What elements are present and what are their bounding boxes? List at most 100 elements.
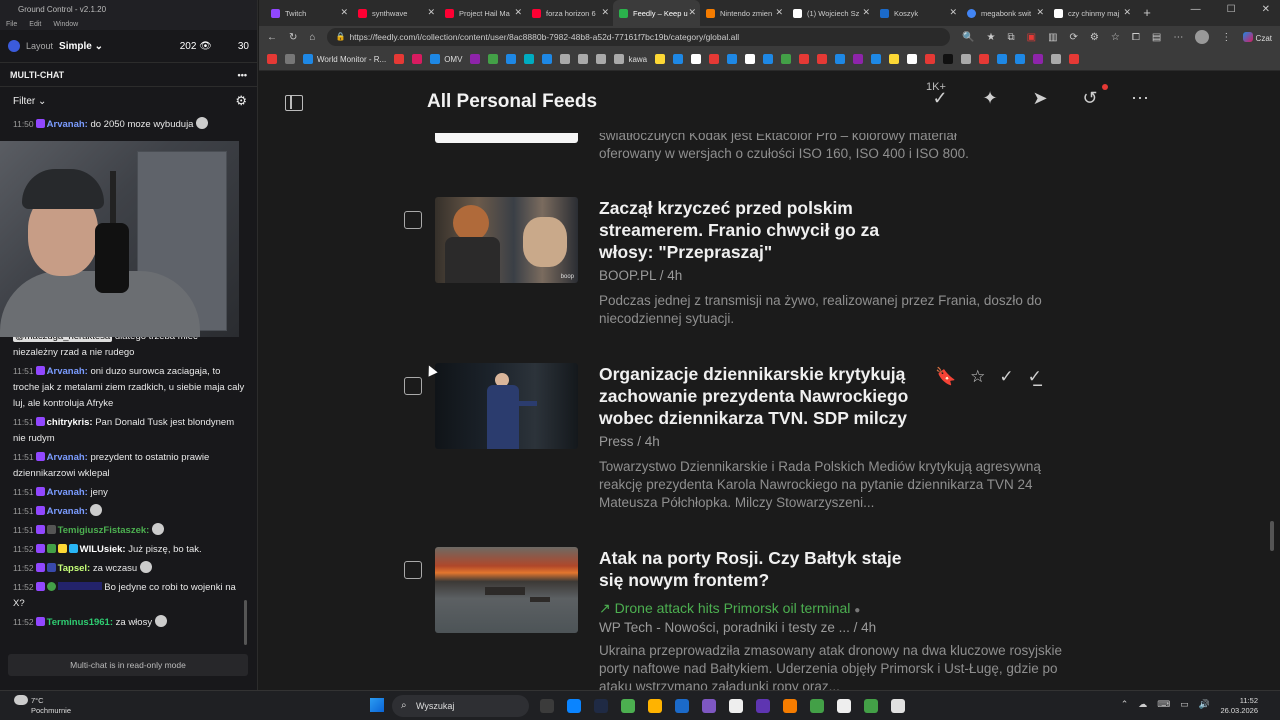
taskbar-app-icon[interactable] bbox=[891, 699, 905, 713]
tab-feedly[interactable]: Feedly – Keep u ✕ bbox=[613, 0, 700, 26]
home-icon[interactable]: ⌂ bbox=[309, 32, 315, 43]
new-tab-button[interactable]: + bbox=[1137, 0, 1157, 26]
bookmark-item[interactable] bbox=[1033, 54, 1044, 64]
chat-scrollbar[interactable] bbox=[244, 600, 247, 645]
bookmark-item[interactable] bbox=[799, 54, 810, 64]
close-icon[interactable]: ✕ bbox=[775, 7, 783, 18]
bookmark-item[interactable] bbox=[1069, 54, 1080, 64]
favorites-icon[interactable]: ☆ bbox=[1111, 32, 1120, 43]
collections-icon[interactable]: ⧠ bbox=[1132, 32, 1140, 43]
more-icon[interactable]: ⋯ bbox=[1129, 87, 1151, 109]
bookmark-item[interactable] bbox=[412, 54, 423, 64]
weather-widget[interactable]: 7°C Pochmurnie bbox=[14, 695, 71, 716]
article-source[interactable]: WP Tech - Nowości, poradniki i testy ze … bbox=[599, 620, 876, 635]
bookmark-item[interactable] bbox=[1015, 54, 1026, 64]
refresh-icon[interactable]: ↺ bbox=[1079, 87, 1101, 109]
gear-icon[interactable]: ⚙ bbox=[235, 93, 247, 109]
bookmark-item[interactable] bbox=[691, 54, 702, 64]
article-source[interactable]: BOOP.PL / 4h bbox=[599, 268, 682, 283]
maximize-icon[interactable]: ☐ bbox=[1227, 4, 1236, 15]
bookmark-item[interactable] bbox=[596, 54, 607, 64]
back-icon[interactable]: ← bbox=[267, 32, 277, 43]
bookmark-item[interactable] bbox=[655, 54, 666, 64]
bookmark-item[interactable] bbox=[578, 54, 589, 64]
taskbar-app-icon[interactable] bbox=[702, 699, 716, 713]
keyboard-icon[interactable]: ⌨ bbox=[1157, 699, 1170, 710]
mark-above-read-icon[interactable]: ✓̲ bbox=[1028, 367, 1042, 387]
tab-chiny[interactable]: czy chinmy maj ✕ bbox=[1048, 0, 1135, 26]
bookmark-item[interactable] bbox=[1051, 54, 1062, 64]
bookmark-item[interactable] bbox=[979, 54, 990, 64]
extension-icon[interactable]: ▣ bbox=[1027, 32, 1036, 43]
star-icon[interactable]: ☆ bbox=[970, 367, 985, 387]
article-title[interactable]: Atak na porty Rosji. Czy Bałtyk staje si… bbox=[599, 547, 929, 591]
bookmark-item[interactable] bbox=[943, 54, 954, 64]
copilot-button[interactable]: Czat bbox=[1243, 31, 1272, 43]
tab-forza-horizon[interactable]: forza horizon 6 ✕ bbox=[526, 0, 613, 26]
favorite-star-icon[interactable]: ★ bbox=[987, 32, 996, 43]
close-icon[interactable]: ✕ bbox=[1036, 7, 1044, 18]
article-thumbnail[interactable]: boop bbox=[435, 197, 578, 283]
clock[interactable]: 11:52 26.03.2026 bbox=[1220, 696, 1258, 716]
bookmark-item[interactable] bbox=[925, 54, 936, 64]
bookmark-item[interactable] bbox=[961, 54, 972, 64]
split-icon[interactable]: ⋮ bbox=[1221, 32, 1231, 43]
article-checkbox[interactable] bbox=[404, 211, 422, 229]
extension-icon[interactable]: ⧉ bbox=[1007, 32, 1014, 43]
menu-window[interactable]: Window bbox=[53, 19, 78, 30]
bookmark-item[interactable] bbox=[560, 54, 571, 64]
more-icon[interactable]: ⋯ bbox=[1173, 32, 1183, 43]
taskbar-app-icon[interactable] bbox=[540, 699, 554, 713]
bookmark-item[interactable] bbox=[394, 54, 405, 64]
tab-twitch[interactable]: Twitch ✕ bbox=[265, 0, 352, 26]
ai-sparkle-icon[interactable]: ✦ bbox=[979, 87, 1001, 109]
bookmark-item[interactable]: OMV bbox=[430, 54, 462, 64]
avatar[interactable] bbox=[1195, 30, 1210, 44]
taskbar-app-icon[interactable] bbox=[648, 699, 662, 713]
filter-dropdown[interactable]: Filter ⌄ bbox=[13, 96, 46, 107]
tab-synthwave[interactable]: synthwave ✕ bbox=[352, 0, 439, 26]
bookmark-item[interactable] bbox=[285, 54, 295, 64]
refresh-extension-icon[interactable]: ⟳ bbox=[1070, 32, 1078, 43]
bookmark-item[interactable] bbox=[673, 54, 684, 64]
article-title[interactable]: Zaczął krzyczeć przed polskim streamerem… bbox=[599, 197, 929, 263]
taskbar-app-icon[interactable] bbox=[864, 699, 878, 713]
taskbar-app-icon[interactable] bbox=[675, 699, 689, 713]
bookmark-item[interactable] bbox=[853, 54, 864, 64]
trending-topic[interactable]: ↗ Drone attack hits Primorsk oil termina… bbox=[599, 600, 860, 617]
more-icon[interactable]: ••• bbox=[238, 70, 247, 80]
close-icon[interactable]: ✕ bbox=[688, 7, 696, 18]
article-checkbox[interactable] bbox=[404, 377, 422, 395]
close-icon[interactable]: ✕ bbox=[1123, 7, 1131, 18]
bookmark-item[interactable] bbox=[763, 54, 774, 64]
tab-nintendo[interactable]: Nintendo zmien ✕ bbox=[700, 0, 787, 26]
puzzle-icon[interactable]: ⚙ bbox=[1090, 32, 1099, 43]
zoom-icon[interactable]: 🔍 bbox=[962, 32, 974, 43]
taskbar-app-icon[interactable] bbox=[621, 699, 635, 713]
menu-file[interactable]: File bbox=[6, 19, 17, 30]
mark-read-icon[interactable]: ✓ bbox=[929, 87, 951, 109]
taskbar-app-icon[interactable] bbox=[783, 699, 797, 713]
sidebar-toggle-icon[interactable] bbox=[285, 95, 303, 111]
network-icon[interactable]: ▭ bbox=[1180, 699, 1189, 710]
bookmark-item[interactable] bbox=[889, 54, 900, 64]
extension-icon[interactable]: ▥ bbox=[1048, 32, 1057, 43]
bookmark-item[interactable] bbox=[781, 54, 792, 64]
bookmark-item[interactable] bbox=[470, 54, 481, 64]
bookmark-item[interactable] bbox=[997, 54, 1008, 64]
article-thumbnail[interactable] bbox=[435, 363, 578, 449]
tab-project-hail-mary[interactable]: Project Hail Ma ✕ bbox=[439, 0, 526, 26]
close-icon[interactable]: ✕ bbox=[514, 7, 522, 18]
bookmark-item[interactable] bbox=[817, 54, 828, 64]
bookmark-item[interactable] bbox=[727, 54, 738, 64]
bookmark-item[interactable] bbox=[506, 54, 517, 64]
bookmark-item[interactable] bbox=[871, 54, 882, 64]
taskbar-app-icon[interactable] bbox=[756, 699, 770, 713]
taskbar-app-icon[interactable] bbox=[594, 699, 608, 713]
close-icon[interactable]: ✕ bbox=[862, 7, 870, 18]
bookmark-item[interactable] bbox=[745, 54, 756, 64]
tab-koszyk[interactable]: Koszyk ✕ bbox=[874, 0, 961, 26]
bookmark-item[interactable] bbox=[835, 54, 846, 64]
bookmark-item[interactable] bbox=[267, 54, 277, 64]
taskbar-search[interactable]: ⌕ Wyszukaj bbox=[392, 695, 529, 717]
